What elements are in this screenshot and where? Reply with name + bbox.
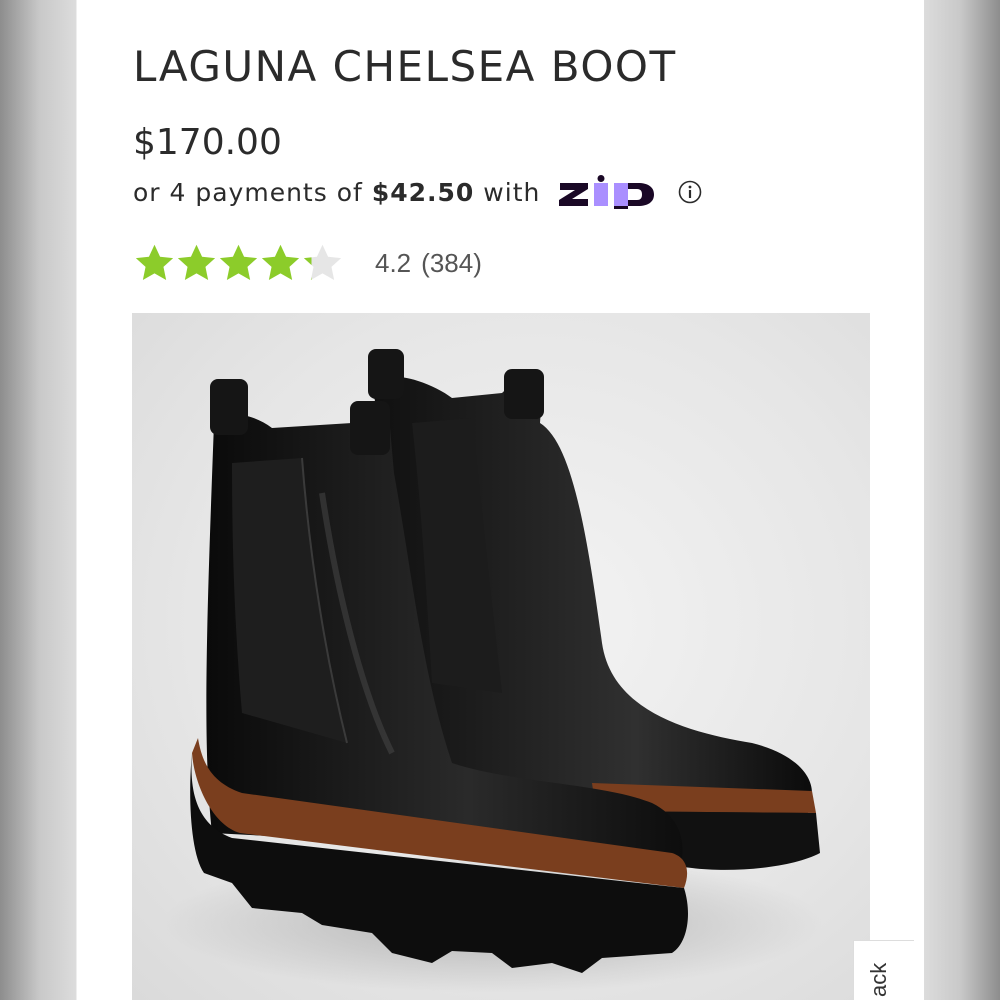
- star-icon: [261, 244, 300, 280]
- review-count-link[interactable]: (384): [421, 248, 482, 279]
- boot-illustration: [162, 349, 822, 993]
- star-icon: [135, 244, 174, 280]
- star-partial-icon: [303, 244, 342, 280]
- product-rating[interactable]: 4.2 (384): [133, 240, 482, 286]
- star-icon: [219, 244, 258, 280]
- product-panel: LAGUNA CHELSEA BOOT $170.00 or 4 payment…: [77, 0, 924, 1000]
- product-price: $170.00: [133, 122, 282, 163]
- feedback-tab-label: ack: [866, 962, 891, 997]
- installment-suffix: with: [483, 177, 541, 207]
- product-title: LAGUNA CHELSEA BOOT: [133, 42, 677, 91]
- installment-amount: $42.50: [371, 177, 475, 207]
- rating-value: 4.2: [375, 247, 412, 278]
- star-icon: [177, 244, 216, 280]
- installment-info: or 4 payments of $42.50 with: [133, 172, 702, 212]
- zip-logo-icon: [558, 175, 662, 209]
- installment-prefix: or 4 payments of: [133, 177, 363, 207]
- info-icon[interactable]: [678, 180, 702, 204]
- product-image[interactable]: [132, 313, 870, 1000]
- feedback-tab[interactable]: ack: [853, 940, 914, 1000]
- star-rating: [133, 242, 343, 285]
